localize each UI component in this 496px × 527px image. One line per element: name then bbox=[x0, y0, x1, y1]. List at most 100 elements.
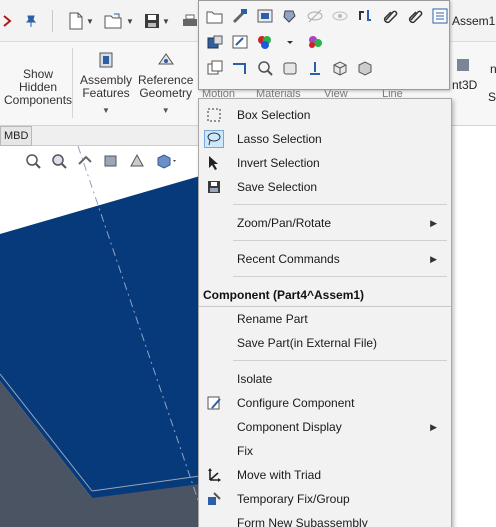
menu-item-save-selection[interactable]: Save Selection bbox=[199, 175, 451, 199]
component-properties-icon[interactable] bbox=[253, 4, 276, 28]
menu-item-lasso-selection[interactable]: Lasso Selection bbox=[199, 127, 451, 151]
save-button[interactable]: ▼ bbox=[144, 8, 170, 34]
previous-view-icon[interactable] bbox=[76, 152, 94, 170]
reference-geometry-button[interactable]: Reference Geometry ▼ bbox=[138, 50, 193, 117]
graphics-area-right bbox=[452, 126, 496, 527]
menu-item-label: Lasso Selection bbox=[237, 132, 322, 146]
ribbon-label: Geometry bbox=[139, 86, 193, 100]
submenu-arrow-icon: ▶ bbox=[430, 217, 437, 228]
menu-item-form-new-subassembly[interactable]: Form New Subassembly bbox=[199, 511, 451, 527]
sketch-plane-icon[interactable] bbox=[228, 56, 251, 80]
menu-item-label: Isolate bbox=[237, 372, 273, 386]
model-part[interactable] bbox=[0, 146, 200, 527]
menu-item-invert-selection[interactable]: Invert Selection bbox=[199, 151, 451, 175]
menu-item-label: Recent Commands bbox=[237, 252, 340, 266]
menu-item-label: Configure Component bbox=[237, 396, 355, 410]
dynamic-annotation-icon[interactable] bbox=[128, 152, 146, 170]
assembly-features-button[interactable]: Assembly Features ▼ bbox=[80, 50, 132, 117]
submenu-arrow-icon: ▶ bbox=[430, 421, 437, 432]
menu-item-zoom-pan-rotate[interactable]: Zoom/Pan/Rotate ▶ bbox=[199, 211, 451, 235]
menu-item-label: Invert Selection bbox=[237, 156, 320, 170]
menu-item-isolate[interactable]: Isolate bbox=[199, 367, 451, 391]
configure-component-icon bbox=[204, 394, 224, 412]
menu-item-recent-commands[interactable]: Recent Commands ▶ bbox=[199, 247, 451, 271]
box-selection-icon bbox=[204, 106, 224, 124]
ribbon-right-fragment: nt3D n Sp bbox=[452, 42, 496, 126]
color-ball-icon[interactable] bbox=[303, 30, 326, 54]
menu-item-move-with-triad[interactable]: Move with Triad bbox=[199, 463, 451, 487]
new-document-button[interactable]: ▼ bbox=[68, 8, 94, 34]
feature-tabs: MBD bbox=[0, 126, 200, 146]
show-hidden-components-button[interactable]: Show Hidden Components bbox=[4, 68, 72, 107]
save-icon bbox=[145, 14, 159, 28]
ribbon-fragment-text: Sp bbox=[488, 90, 496, 104]
open-folder-icon[interactable] bbox=[203, 4, 226, 28]
submenu-arrow-icon: ▶ bbox=[430, 253, 437, 264]
heads-up-toolbar bbox=[24, 152, 178, 170]
edit-appearance-icon[interactable] bbox=[278, 4, 301, 28]
section-header-label: Component (Part4^Assem1) bbox=[203, 288, 365, 302]
tab-mbd[interactable]: MBD bbox=[0, 126, 33, 146]
assembly-icon[interactable] bbox=[203, 30, 226, 54]
open-document-button[interactable]: ▼ bbox=[104, 8, 134, 34]
menu-item-label: Temporary Fix/Group bbox=[237, 492, 350, 506]
menu-item-component-display[interactable]: Component Display ▶ bbox=[199, 415, 451, 439]
menu-item-label: Box Selection bbox=[237, 108, 311, 122]
invert-selection-icon bbox=[204, 154, 224, 172]
menu-item-save-part[interactable]: Save Part(in External File) bbox=[199, 331, 451, 355]
shaded-cube-icon[interactable] bbox=[353, 56, 376, 80]
show-component-icon[interactable] bbox=[328, 4, 351, 28]
zoom-to-fit-icon[interactable] bbox=[24, 152, 42, 170]
ribbon-label: Features bbox=[82, 86, 130, 100]
menu-item-label: Move with Triad bbox=[237, 468, 322, 482]
menu-item-rename-part[interactable]: Rename Part bbox=[199, 307, 451, 331]
move-triad-icon bbox=[204, 466, 224, 484]
window-title: Assem1 bbox=[452, 14, 496, 28]
menu-item-label: Zoom/Pan/Rotate bbox=[237, 216, 332, 230]
ribbon-label: Components bbox=[4, 93, 73, 107]
reference-geometry-icon bbox=[157, 53, 174, 65]
menu-item-label: Component Display bbox=[237, 420, 342, 434]
new-document-icon bbox=[69, 12, 83, 30]
menu-item-temporary-fix-group[interactable]: Temporary Fix/Group bbox=[199, 487, 451, 511]
view-orientation-icon[interactable] bbox=[154, 152, 178, 170]
graphics-area[interactable] bbox=[0, 146, 200, 527]
rebuild-icon[interactable] bbox=[353, 4, 376, 28]
open-folder-icon bbox=[104, 13, 122, 29]
zoom-to-area-icon[interactable] bbox=[50, 152, 68, 170]
paperclip-icon[interactable] bbox=[378, 4, 401, 28]
menu-item-fix[interactable]: Fix bbox=[199, 439, 451, 463]
ribbon-fragment-text: n bbox=[490, 62, 496, 76]
appearance-dropdown-icon[interactable] bbox=[278, 30, 301, 54]
temporary-fix-icon bbox=[204, 490, 224, 508]
lasso-selection-icon bbox=[204, 130, 224, 148]
view-cube-icon[interactable] bbox=[328, 56, 351, 80]
section-view-icon[interactable] bbox=[102, 152, 120, 170]
hand-pan-icon[interactable] bbox=[278, 56, 301, 80]
print-icon bbox=[183, 14, 197, 26]
menu-section-header: Component (Part4^Assem1) bbox=[199, 283, 451, 307]
transparency-icon[interactable] bbox=[203, 56, 226, 80]
menu-item-label: Save Selection bbox=[237, 180, 318, 194]
save-selection-icon bbox=[204, 178, 224, 196]
menu-item-label: Form New Subassembly bbox=[237, 516, 368, 527]
hide-component-icon[interactable] bbox=[303, 4, 326, 28]
menu-item-label: Fix bbox=[237, 444, 253, 458]
zoom-selection-icon[interactable] bbox=[253, 56, 276, 80]
smart-mates-icon[interactable] bbox=[228, 4, 251, 28]
menu-item-configure-component[interactable]: Configure Component bbox=[199, 391, 451, 415]
edit-sketch-icon[interactable] bbox=[228, 30, 251, 54]
appearance-icon[interactable] bbox=[253, 30, 276, 54]
menu-item-label: Save Part(in External File) bbox=[237, 336, 378, 350]
print-button[interactable] bbox=[182, 8, 198, 34]
assembly-features-icon bbox=[99, 52, 113, 68]
app-menu-arrow-icon[interactable] bbox=[2, 8, 12, 34]
shortcut-toolbar bbox=[198, 0, 450, 90]
normal-to-icon[interactable] bbox=[303, 56, 326, 80]
instant3d-icon bbox=[457, 59, 469, 71]
ribbon-fragment-text: nt3D bbox=[452, 78, 478, 92]
properties-list-icon[interactable] bbox=[428, 4, 451, 28]
menu-item-box-selection[interactable]: Box Selection bbox=[199, 103, 451, 127]
attach-icon[interactable] bbox=[403, 4, 426, 28]
pin-icon[interactable] bbox=[24, 8, 38, 34]
